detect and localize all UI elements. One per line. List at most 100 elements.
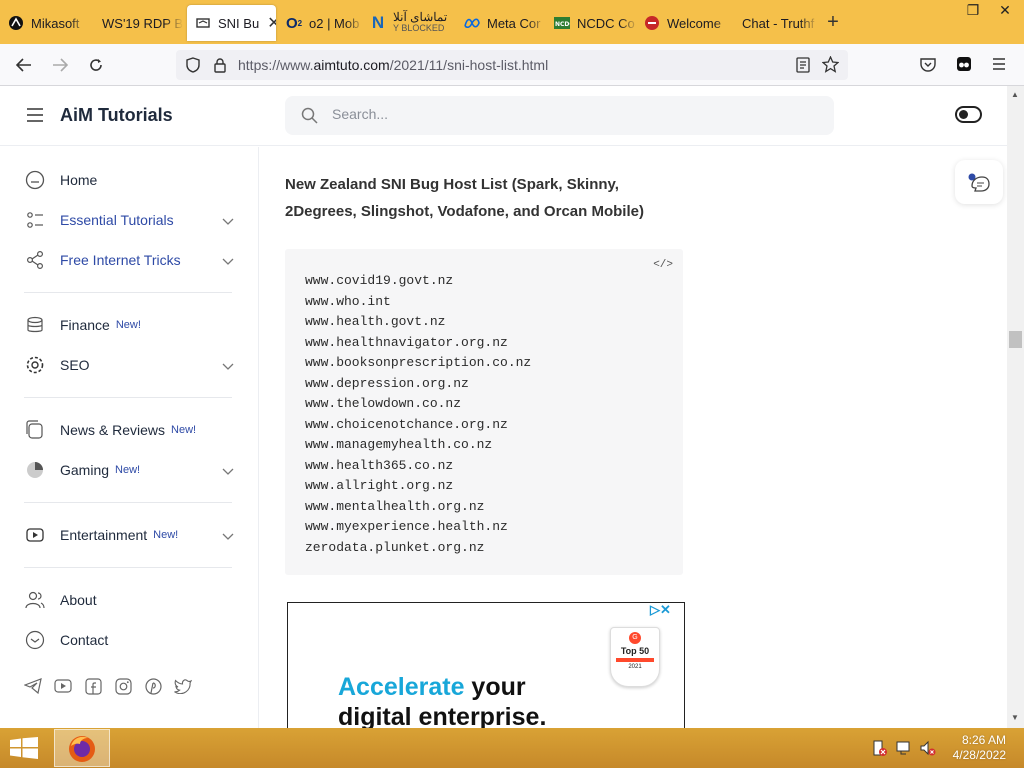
sidebar-item-home[interactable]: Home bbox=[24, 167, 236, 193]
sidebar-item-free-internet-tricks[interactable]: Free Internet Tricks bbox=[24, 247, 236, 273]
host-line: www.who.int bbox=[305, 293, 391, 309]
sidebar-item-contact[interactable]: Contact bbox=[24, 627, 236, 653]
tab-blocked[interactable]: N تماشای آنلا Y BLOCKED bbox=[364, 5, 454, 41]
vertical-scrollbar[interactable]: ▲ ▼ bbox=[1007, 86, 1024, 728]
chevron-down-icon[interactable] bbox=[222, 463, 234, 479]
search-input[interactable] bbox=[332, 106, 812, 122]
sidebar-nav: Home Essential Tutorials Free Internet T… bbox=[0, 147, 259, 728]
restore-window-button[interactable]: ❐ bbox=[956, 0, 990, 20]
youtube-icon[interactable] bbox=[54, 677, 72, 695]
tab-ncdc[interactable]: NCDC NCDC Co bbox=[546, 5, 638, 41]
sidebar-item-gaming[interactable]: Gaming New! bbox=[24, 457, 236, 483]
home-icon bbox=[24, 169, 46, 191]
forward-button[interactable] bbox=[42, 49, 78, 81]
sidebar-item-seo[interactable]: SEO bbox=[24, 352, 236, 378]
host-line: www.choicenotchance.org.nz bbox=[305, 416, 508, 432]
chevron-down-icon[interactable] bbox=[222, 253, 234, 269]
url-prefix: https://www. bbox=[238, 57, 314, 73]
coins-icon bbox=[24, 314, 46, 336]
host-line: www.covid19.govt.nz bbox=[305, 273, 454, 288]
welcome-icon bbox=[644, 15, 660, 31]
tab-mikasoft[interactable]: Mikasoft bbox=[0, 5, 88, 41]
lock-icon[interactable] bbox=[214, 57, 226, 73]
dark-mode-toggle[interactable] bbox=[955, 106, 982, 123]
sidebar-item-entertainment[interactable]: Entertainment New! bbox=[24, 522, 236, 548]
windows-start-icon[interactable] bbox=[10, 737, 38, 759]
network-icon[interactable] bbox=[896, 740, 912, 761]
chevron-down-icon[interactable] bbox=[222, 213, 234, 229]
search-box[interactable] bbox=[285, 96, 834, 135]
tab-sublabel: Y BLOCKED bbox=[393, 23, 445, 33]
sidebar-item-label: Home bbox=[60, 172, 98, 188]
bookmark-star-icon[interactable] bbox=[822, 56, 839, 73]
advertisement-banner[interactable]: G Top 50 2021 Accelerate your digital en… bbox=[287, 602, 685, 728]
article-heading: New Zealand SNI Bug Host List (Spark, Sk… bbox=[285, 176, 644, 220]
site-header: AiM Tutorials bbox=[0, 86, 1007, 146]
new-badge: New! bbox=[171, 424, 197, 436]
search-icon bbox=[301, 107, 318, 129]
tab-o2[interactable]: O2 o2 | Mob bbox=[276, 5, 364, 41]
facebook-icon[interactable] bbox=[84, 677, 102, 695]
new-badge: New! bbox=[115, 319, 141, 331]
host-line: www.managemyhealth.co.nz bbox=[305, 437, 493, 452]
news-icon bbox=[24, 419, 46, 441]
instagram-icon[interactable] bbox=[114, 677, 132, 695]
sidebar-divider bbox=[24, 397, 232, 398]
tab-welcome[interactable]: Welcome bbox=[638, 5, 732, 41]
tab-rdp[interactable]: WS'19 RDP Bil bbox=[88, 5, 183, 41]
scroll-up-icon[interactable]: ▲ bbox=[1011, 90, 1019, 99]
sidebar-divider bbox=[24, 292, 232, 293]
mikasoft-icon bbox=[8, 15, 24, 31]
ad-headline: Accelerate your bbox=[338, 673, 526, 702]
firefox-icon bbox=[69, 736, 95, 762]
reload-button[interactable] bbox=[78, 49, 114, 81]
tab-meta[interactable]: Meta Cor bbox=[454, 5, 546, 41]
site-title[interactable]: AiM Tutorials bbox=[60, 105, 173, 126]
gear-icon bbox=[24, 354, 46, 376]
sidebar-item-about[interactable]: About bbox=[24, 587, 236, 613]
action-center-icon[interactable] bbox=[872, 740, 888, 761]
address-bar[interactable]: https://www.aimtuto.com/2021/11/sni-host… bbox=[176, 50, 848, 80]
badge-top: Top 50 bbox=[620, 646, 650, 656]
reader-view-icon[interactable] bbox=[796, 57, 810, 73]
sidebar-item-essential-tutorials[interactable]: Essential Tutorials bbox=[24, 207, 236, 233]
sidebar-item-label: Essential Tutorials bbox=[60, 212, 174, 228]
tab-chat[interactable]: Chat - Truthf bbox=[732, 5, 818, 41]
extension-icon[interactable] bbox=[956, 56, 972, 72]
shield-icon[interactable] bbox=[186, 57, 200, 73]
host-line: www.health.govt.nz bbox=[305, 314, 446, 329]
chat-icon bbox=[24, 629, 46, 651]
new-tab-button[interactable]: + bbox=[818, 11, 848, 34]
chevron-down-icon[interactable] bbox=[222, 528, 234, 544]
badge-ribbon bbox=[616, 658, 654, 662]
host-line: www.booksonprescription.co.nz bbox=[305, 355, 532, 370]
code-view-toggle[interactable]: </> bbox=[653, 259, 673, 271]
telegram-icon[interactable] bbox=[24, 677, 42, 695]
ad-subline: digital enterprise. bbox=[338, 703, 547, 728]
pinterest-icon[interactable] bbox=[144, 677, 162, 695]
hamburger-menu-icon[interactable] bbox=[26, 108, 44, 122]
back-button[interactable] bbox=[6, 49, 42, 81]
sidebar-item-news-reviews[interactable]: News & Reviews New! bbox=[24, 417, 236, 443]
close-tab-icon[interactable]: ✕ bbox=[267, 13, 276, 33]
chat-widget-button[interactable] bbox=[955, 160, 1003, 204]
menu-icon[interactable] bbox=[992, 58, 1006, 70]
ncdc-icon: NCDC bbox=[554, 15, 570, 31]
volume-muted-icon[interactable] bbox=[920, 740, 936, 761]
scroll-thumb[interactable] bbox=[1009, 331, 1022, 348]
twitter-icon[interactable] bbox=[174, 677, 192, 695]
clock-date: 4/28/2022 bbox=[952, 748, 1006, 762]
chat-bubble-icon bbox=[968, 173, 990, 192]
aimtuto-icon bbox=[195, 15, 211, 31]
pocket-icon[interactable] bbox=[920, 57, 936, 72]
tab-sni-bug-active[interactable]: SNI Bu ✕ bbox=[187, 5, 276, 41]
system-clock[interactable]: 8:26 AM 4/28/2022 bbox=[948, 733, 1006, 763]
scroll-down-icon[interactable]: ▼ bbox=[1011, 713, 1019, 722]
youtube-icon bbox=[24, 524, 46, 546]
adchoices-icon[interactable]: ▷✕ bbox=[650, 602, 671, 618]
sidebar-item-finance[interactable]: Finance New! bbox=[24, 312, 236, 338]
taskbar-firefox-button[interactable] bbox=[54, 729, 110, 767]
chevron-down-icon[interactable] bbox=[222, 358, 234, 374]
host-line: www.mentalhealth.org.nz bbox=[305, 498, 485, 514]
close-window-button[interactable]: ✕ bbox=[988, 0, 1022, 20]
